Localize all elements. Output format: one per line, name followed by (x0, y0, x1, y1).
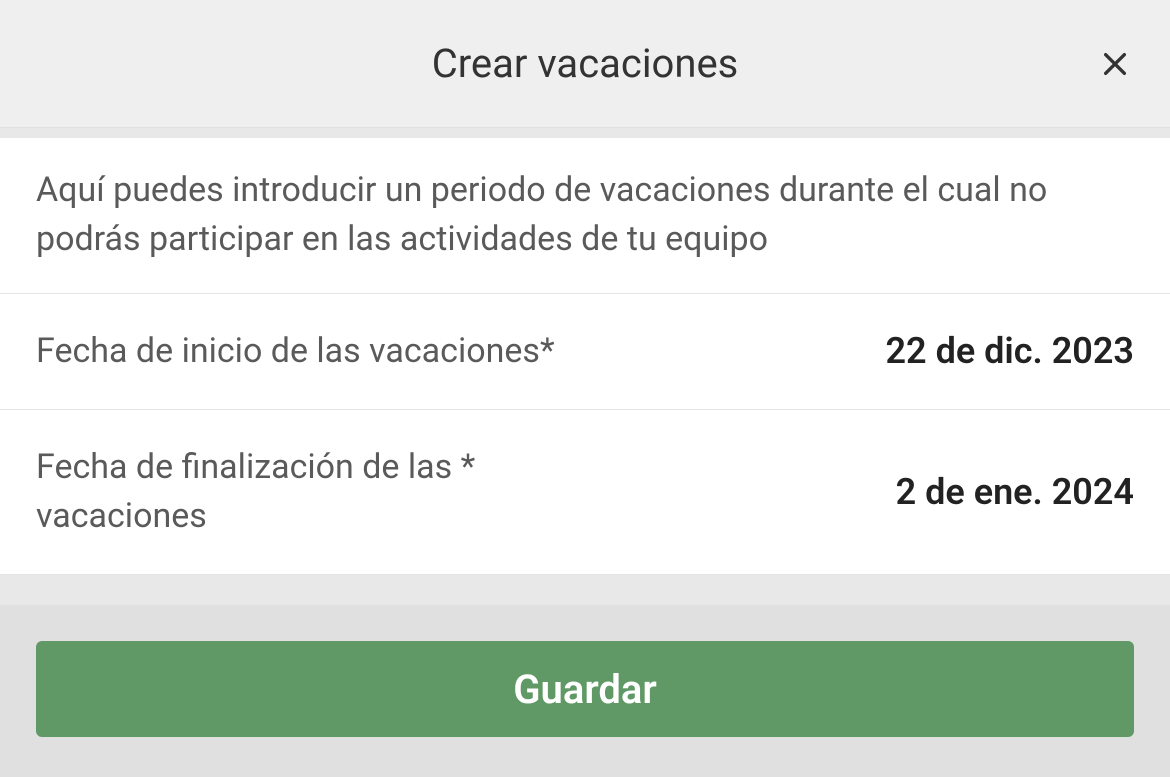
modal-content: Aquí puedes introducir un periodo de vac… (0, 138, 1170, 575)
start-date-label: Fecha de inicio de las vacaciones* (36, 327, 555, 376)
description-section: Aquí puedes introducir un periodo de vac… (0, 138, 1170, 294)
modal-header: Crear vacaciones (0, 0, 1170, 128)
end-date-label: Fecha de finalización de las * vacacione… (36, 443, 596, 542)
end-date-field[interactable]: Fecha de finalización de las * vacacione… (0, 410, 1170, 576)
start-date-field[interactable]: Fecha de inicio de las vacaciones* 22 de… (0, 294, 1170, 410)
modal-footer: Guardar (0, 605, 1170, 777)
description-text: Aquí puedes introducir un periodo de vac… (36, 166, 1134, 265)
close-icon (1099, 48, 1131, 80)
create-vacation-modal: Crear vacaciones Aquí puedes introducir … (0, 0, 1170, 777)
save-button[interactable]: Guardar (36, 641, 1134, 737)
modal-title: Crear vacaciones (432, 40, 739, 87)
start-date-value: 22 de dic. 2023 (885, 330, 1134, 372)
close-button[interactable] (1095, 44, 1135, 84)
end-date-value: 2 de ene. 2024 (896, 471, 1134, 513)
